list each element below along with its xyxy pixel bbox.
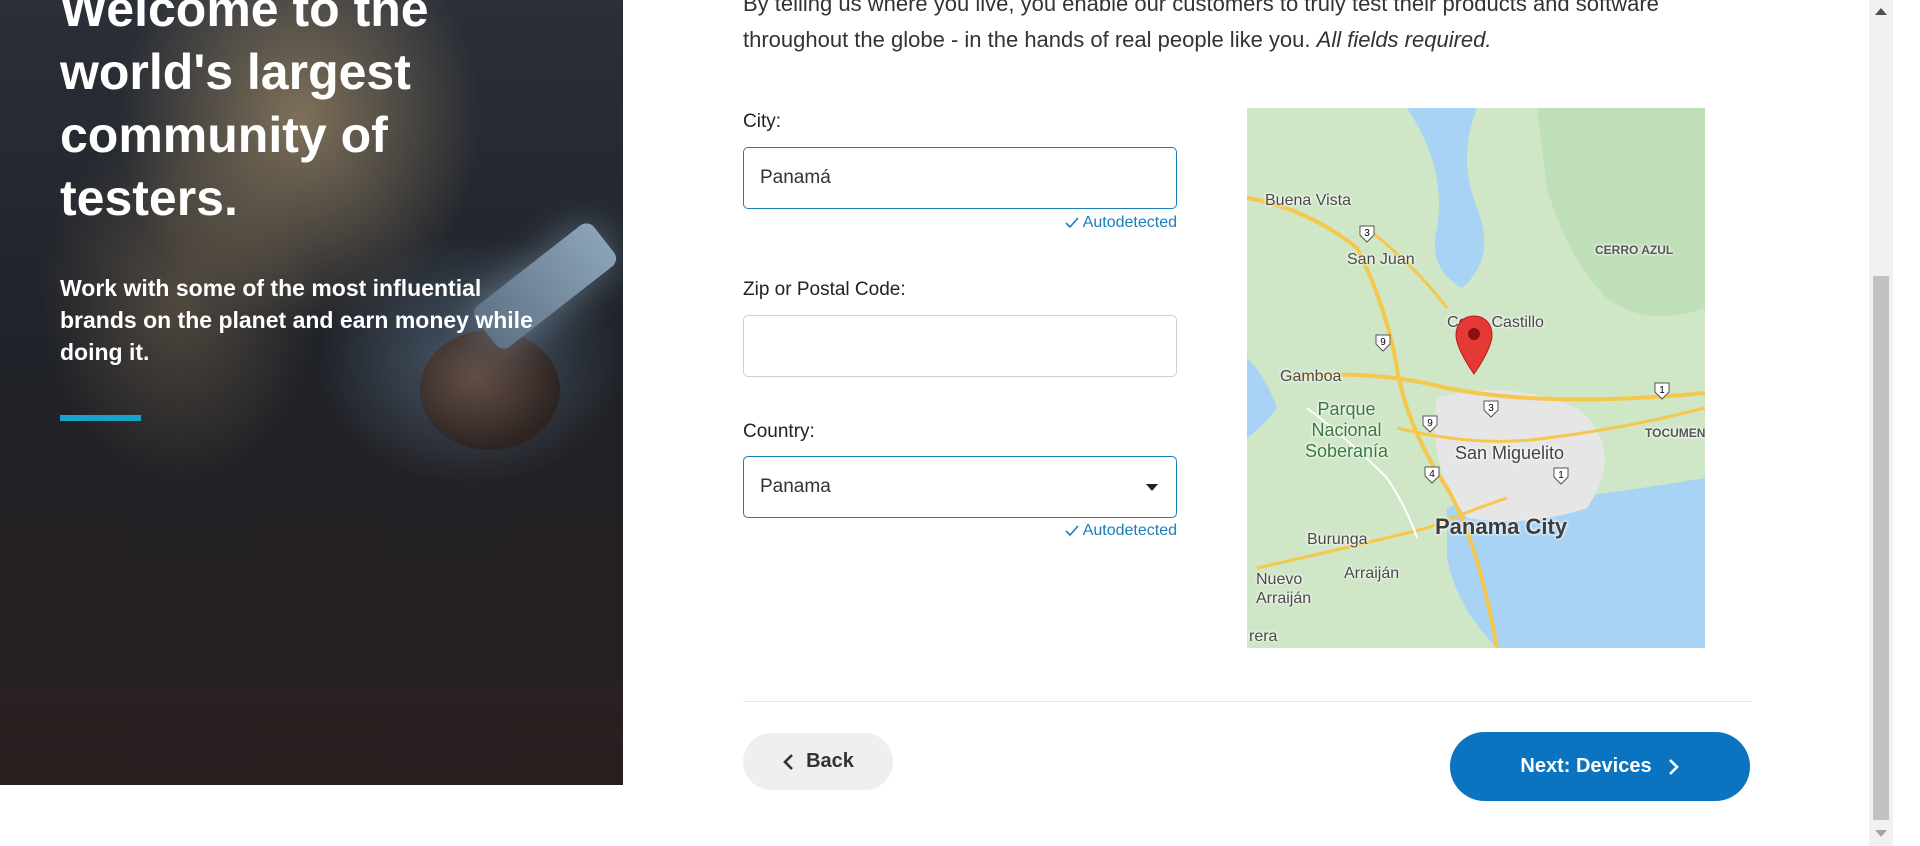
route-shield-number: 9 (1427, 418, 1433, 429)
chevron-right-icon (1668, 758, 1679, 775)
intro-required-note: All fields required. (1316, 27, 1492, 52)
hero-subtitle: Work with some of the most influential b… (60, 275, 533, 365)
next-devices-button[interactable]: Next: Devices (1450, 732, 1750, 801)
city-input[interactable]: Panamá (743, 147, 1177, 209)
route-shield-number: 1 (1659, 385, 1665, 396)
check-icon (1065, 217, 1079, 229)
map-label-san-miguelito: San Miguelito (1455, 443, 1565, 463)
country-select-value: Panama (760, 476, 831, 497)
map-label-nuevo-arraijan: Nuevo Arraiján (1256, 571, 1312, 607)
city-autodetect-row: Autodetected (743, 214, 1177, 236)
next-button-label: Next: Devices (1520, 755, 1652, 777)
route-shield-icon: 9 (1422, 415, 1438, 433)
map-label-rera: rera (1249, 628, 1278, 645)
scroll-down-icon[interactable] (1875, 830, 1887, 837)
map-label-gamboa: Gamboa (1280, 368, 1342, 385)
route-shield-number: 1 (1558, 470, 1564, 481)
route-shield-icon: 3 (1483, 400, 1499, 418)
page-scrollbar[interactable] (1869, 0, 1893, 846)
map-label-park: Parque Nacional Soberanía (1305, 399, 1389, 461)
map-label-tocumen: TOCUMEN (1645, 426, 1705, 440)
hero-title: Welcome to the world's largest community… (60, 0, 429, 226)
chevron-left-icon (783, 753, 794, 770)
zip-label: Zip or Postal Code: (743, 279, 906, 300)
map-label-san-juan: San Juan (1347, 251, 1415, 268)
hero-panel: Welcome to the world's largest community… (0, 0, 623, 785)
city-autodetected: Autodetected (1065, 214, 1177, 232)
route-shield-icon: 9 (1375, 334, 1391, 352)
country-autodetect-row: Autodetected (743, 522, 1177, 544)
scroll-up-icon[interactable] (1875, 8, 1887, 15)
chevron-down-icon (1146, 484, 1158, 491)
map-label-buena-vista: Buena Vista (1265, 192, 1351, 209)
route-shield-icon: 1 (1553, 467, 1569, 485)
route-shield-icon: 1 (1654, 382, 1670, 400)
route-shield-icon: 3 (1359, 225, 1375, 243)
country-select[interactable]: Panama (743, 456, 1177, 518)
map-label-arraijan: Arraiján (1344, 565, 1400, 582)
country-autodetected: Autodetected (1065, 522, 1177, 540)
route-shield-icon: 4 (1424, 466, 1440, 484)
map-pin-icon[interactable] (1455, 315, 1493, 375)
route-shield-number: 3 (1488, 403, 1494, 414)
hero-accent-bar (60, 415, 141, 421)
city-input-value: Panamá (760, 167, 831, 188)
back-button[interactable]: Back (743, 733, 893, 790)
intro-text: By telling us where you live, you enable… (743, 0, 1743, 58)
route-shield-number: 3 (1364, 228, 1370, 239)
scrollbar-thumb[interactable] (1873, 276, 1889, 820)
city-autodetected-text: Autodetected (1082, 214, 1177, 231)
back-button-label: Back (806, 750, 854, 772)
intro-body: By telling us where you live, you enable… (743, 0, 1659, 52)
country-autodetected-text: Autodetected (1082, 522, 1177, 539)
country-label: Country: (743, 421, 815, 442)
location-map[interactable]: Buena Vista San Juan CERRO AZUL Cerro Ca… (1247, 108, 1705, 648)
city-label: City: (743, 111, 781, 132)
map-label-panama-city: Panama City (1435, 514, 1568, 539)
route-shield-number: 9 (1380, 337, 1386, 348)
check-icon (1065, 525, 1079, 537)
map-label-cerro-azul: CERRO AZUL (1595, 243, 1674, 257)
map-label-burunga: Burunga (1307, 531, 1368, 548)
zip-input[interactable] (743, 315, 1177, 377)
route-shield-number: 4 (1429, 469, 1435, 480)
form-divider (743, 701, 1751, 702)
